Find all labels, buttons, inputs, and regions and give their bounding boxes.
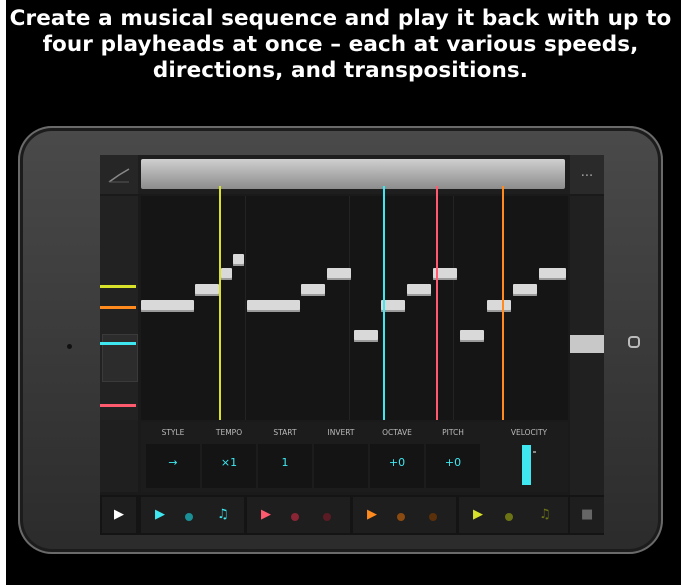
tempo-label: TEMPO <box>215 428 243 437</box>
start-value: 1 <box>281 456 289 469</box>
note[interactable] <box>327 268 351 280</box>
right-panel <box>570 196 604 535</box>
yellow-note-icon[interactable]: ♫ <box>539 508 551 521</box>
yellow-playhead[interactable] <box>219 186 221 420</box>
note[interactable] <box>539 268 566 280</box>
play-button[interactable]: ▶ <box>102 497 136 533</box>
start-label: START <box>273 428 297 437</box>
transport-bar: ▶ ▶ ♫ ▶ ▶ ▶ ♫ ■ <box>100 495 604 535</box>
note[interactable] <box>195 284 219 296</box>
velocity-slider[interactable] <box>522 445 531 485</box>
note[interactable] <box>513 284 537 296</box>
orange-playhead-controls[interactable]: ▶ <box>353 497 456 533</box>
pink-dot-icon[interactable] <box>291 513 299 521</box>
more-icon: ... <box>580 165 594 180</box>
pink-dot-icon-2[interactable] <box>323 513 331 521</box>
invert-control[interactable] <box>314 444 368 488</box>
left-param-area <box>100 420 138 492</box>
note[interactable] <box>141 300 194 312</box>
cyan-playhead[interactable] <box>383 186 385 420</box>
cyan-dot-icon[interactable] <box>185 513 193 521</box>
orange-dot-icon-2[interactable] <box>429 513 437 521</box>
ramp-button[interactable] <box>100 155 138 194</box>
yellow-playhead-controls[interactable]: ▶ ♫ <box>459 497 568 533</box>
left-edge <box>0 0 6 585</box>
pink-playhead[interactable] <box>436 186 438 420</box>
caption: Create a musical sequence and play it ba… <box>0 6 681 84</box>
octave-label: OCTAVE <box>382 428 412 437</box>
caption-line-2: four playheads at once – each at various… <box>42 32 639 57</box>
stop-button[interactable]: ■ <box>570 497 604 533</box>
cyan-playhead-marker[interactable] <box>100 342 136 345</box>
pitch-label: PITCH <box>442 428 464 437</box>
caption-line-3: directions, and transpositions. <box>152 58 529 83</box>
menu-button[interactable]: ... <box>570 155 604 194</box>
home-button[interactable] <box>628 336 640 348</box>
style-label: STYLE <box>161 428 185 437</box>
pink-play-icon[interactable]: ▶ <box>261 508 271 521</box>
cyan-playhead-controls[interactable]: ▶ ♫ <box>141 497 244 533</box>
cyan-play-icon[interactable]: ▶ <box>155 508 165 521</box>
playhead-params: STYLE TEMPO START INVERT OCTAVE PITCH VE… <box>141 422 568 492</box>
invert-label: INVERT <box>327 428 355 437</box>
grid-line <box>349 196 350 420</box>
velocity-label: VELOCITY <box>510 428 548 437</box>
note[interactable] <box>407 284 431 296</box>
grid-line <box>453 196 454 420</box>
ramp-icon <box>108 168 130 183</box>
pink-playhead-controls[interactable]: ▶ <box>247 497 350 533</box>
play-icon: ▶ <box>114 507 124 522</box>
note[interactable] <box>247 300 300 312</box>
timeline-scrubber[interactable] <box>141 159 565 189</box>
orange-playhead[interactable] <box>502 186 504 420</box>
pitch-value: +0 <box>444 456 462 469</box>
note[interactable] <box>487 300 511 312</box>
orange-playhead-marker[interactable] <box>100 306 136 309</box>
orange-dot-icon[interactable] <box>397 513 405 521</box>
cyan-note-icon[interactable]: ♫ <box>217 508 229 521</box>
note[interactable] <box>354 330 378 342</box>
style-value: → <box>168 456 178 469</box>
playhead-selector[interactable] <box>100 196 138 420</box>
velocity-max-tick <box>533 451 536 453</box>
right-note-preview[interactable] <box>570 335 604 353</box>
yellow-playhead-marker[interactable] <box>100 285 136 288</box>
stop-icon: ■ <box>581 507 594 522</box>
grid-line <box>245 196 246 420</box>
note[interactable] <box>221 268 232 280</box>
note-grid[interactable] <box>141 186 568 420</box>
tempo-value: ×1 <box>220 456 238 469</box>
pink-playhead-marker[interactable] <box>100 404 136 407</box>
yellow-dot-icon[interactable] <box>505 513 513 521</box>
orange-play-icon[interactable]: ▶ <box>367 508 377 521</box>
caption-line-1: Create a musical sequence and play it ba… <box>9 6 672 31</box>
note[interactable] <box>233 254 244 266</box>
yellow-play-icon[interactable]: ▶ <box>473 508 483 521</box>
octave-value: +0 <box>388 456 406 469</box>
note[interactable] <box>301 284 325 296</box>
note[interactable] <box>460 330 484 342</box>
app-screen: ... STYLE TEMPO START INVERT OCTAVE PITC… <box>100 155 604 535</box>
camera <box>67 344 72 349</box>
